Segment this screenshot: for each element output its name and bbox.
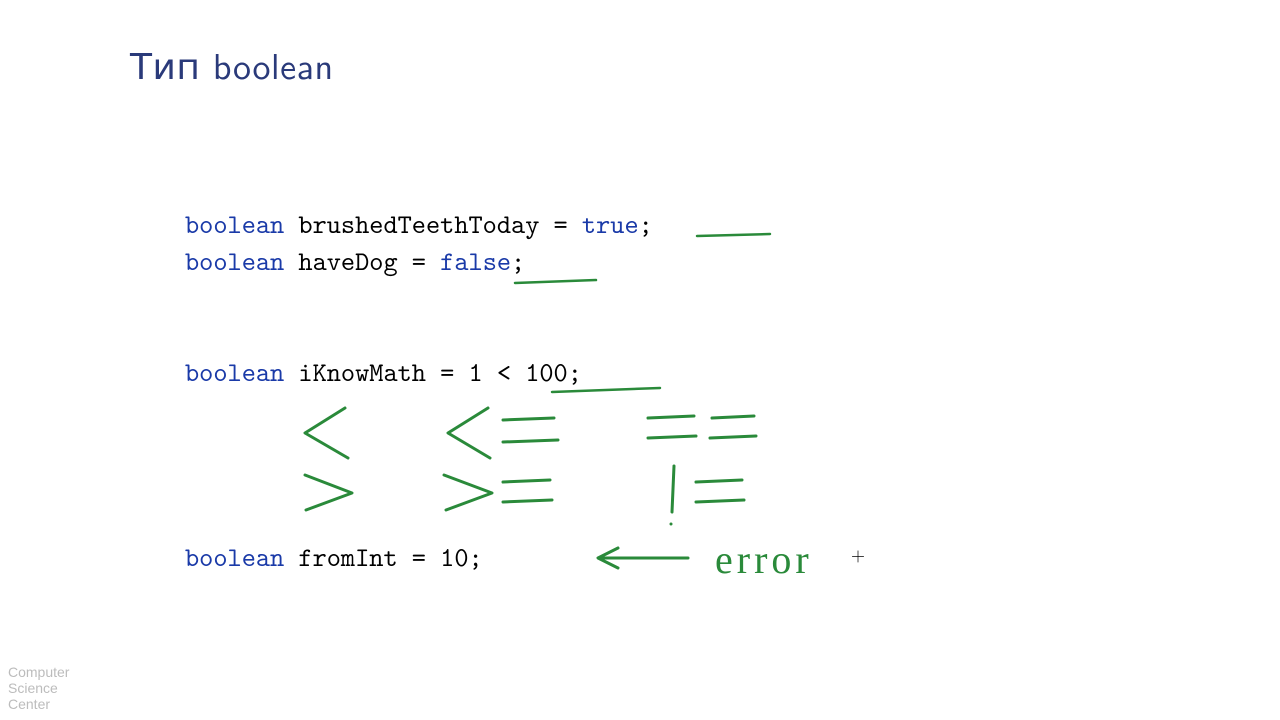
code-text: ; — [639, 206, 653, 242]
code-text: ; — [511, 243, 525, 279]
keyword-boolean: boolean — [185, 206, 284, 242]
literal-false: false — [440, 243, 511, 279]
logo-line: Center — [8, 696, 69, 712]
handwritten-error: error — [715, 537, 813, 582]
keyword-boolean: boolean — [185, 354, 284, 390]
code-text: brushedTeethToday = — [284, 206, 582, 242]
logo-line: Computer — [8, 664, 69, 680]
logo: Computer Science Center — [8, 664, 69, 712]
code-text: iKnowMath = 1 < 100; — [284, 354, 582, 390]
code-text: fromInt = 10; — [284, 539, 482, 575]
keyword-boolean: boolean — [185, 243, 284, 279]
slide-title: Тип boolean — [130, 38, 334, 91]
logo-line: Science — [8, 680, 69, 696]
code-block: boolean brushedTeethToday = true; boolea… — [185, 206, 653, 576]
code-text: haveDog = — [284, 243, 440, 279]
cursor-icon: + — [851, 540, 865, 567]
literal-true: true — [582, 206, 639, 242]
keyword-boolean: boolean — [185, 539, 284, 575]
